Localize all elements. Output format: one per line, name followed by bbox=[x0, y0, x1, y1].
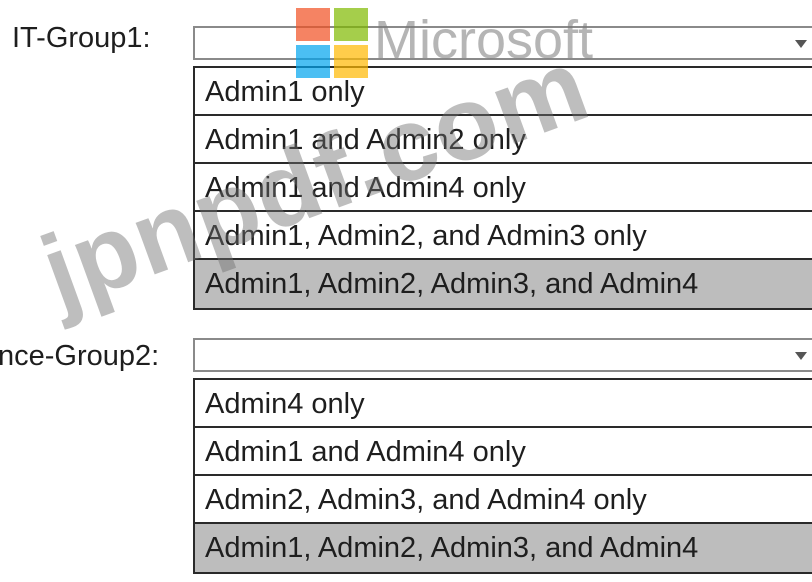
group2-option-list: Admin4 only Admin1 and Admin4 only Admin… bbox=[193, 378, 812, 574]
logo-square-blue bbox=[296, 45, 330, 78]
logo-square-green bbox=[334, 8, 368, 41]
group2-dropdown[interactable] bbox=[193, 338, 812, 372]
chevron-down-icon[interactable] bbox=[795, 352, 807, 360]
it-group1-option-5[interactable]: Admin1, Admin2, Admin3, and Admin4 bbox=[195, 260, 812, 308]
microsoft-logo-icon bbox=[296, 8, 368, 78]
group2-option-3[interactable]: Admin2, Admin3, and Admin4 only bbox=[195, 476, 812, 524]
group2-option-2[interactable]: Admin1 and Admin4 only bbox=[195, 428, 812, 476]
logo-square-yellow bbox=[334, 45, 368, 78]
group2-label: nce-Group2: bbox=[0, 340, 160, 372]
logo-square-red bbox=[296, 8, 330, 41]
it-group1-label: IT-Group1: bbox=[12, 22, 151, 54]
group2-option-4[interactable]: Admin1, Admin2, Admin3, and Admin4 bbox=[195, 524, 812, 572]
chevron-down-icon[interactable] bbox=[795, 40, 807, 48]
group2-option-1[interactable]: Admin4 only bbox=[195, 380, 812, 428]
